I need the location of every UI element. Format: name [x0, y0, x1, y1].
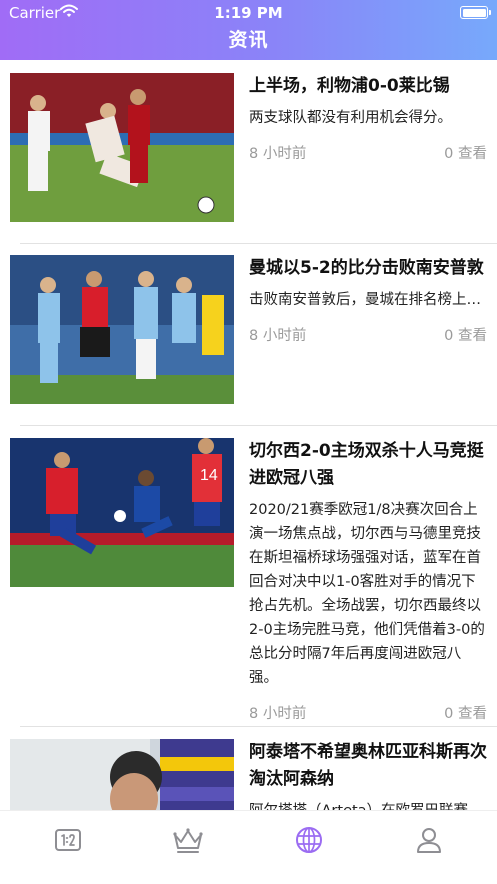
tab-news[interactable] — [294, 825, 324, 855]
navigation-header: Carrier 1:19 PM 资讯 — [0, 0, 497, 60]
news-view-count: 0 查看 — [444, 706, 487, 722]
news-feed[interactable]: 上半场，利物浦0-0莱比锡 两支球队都没有利用机会得分。 8 小时前 0 查看 — [0, 60, 497, 810]
news-info: 上半场，利物浦0-0莱比锡 两支球队都没有利用机会得分。 8 小时前 0 查看 — [249, 73, 487, 164]
crown-icon — [173, 828, 203, 853]
news-meta: 8 小时前 0 查看 — [249, 702, 487, 724]
news-info: 阿泰塔不希望奥林匹亚科斯再次淘汰阿森纳 阿尔塔塔（Arteta）在欧罗巴联赛 — [249, 739, 487, 810]
news-title[interactable]: 上半场，利物浦0-0莱比锡 — [249, 73, 487, 100]
tab-bar — [0, 810, 497, 884]
tab-scores[interactable] — [53, 825, 83, 855]
news-item[interactable]: 上半场，利物浦0-0莱比锡 两支球队都没有利用机会得分。 8 小时前 0 查看 — [0, 73, 497, 243]
clock: 1:19 PM — [214, 4, 283, 22]
news-summary: 2020/21赛季欧冠1/8决赛次回合上演一场焦点战，切尔西与马德里竞技在斯坦福… — [249, 502, 485, 686]
news-info: 切尔西2-0主场双杀十人马竞挺进欧冠八强 2020/21赛季欧冠1/8决赛次回合… — [249, 438, 487, 724]
news-thumbnail[interactable] — [10, 73, 234, 222]
news-title[interactable]: 切尔西2-0主场双杀十人马竞挺进欧冠八强 — [249, 438, 487, 492]
news-item[interactable]: 14 切尔西2-0主场双杀十人马竞挺进欧冠八强 2020/21赛季欧冠1/8决赛… — [0, 438, 497, 722]
news-time-ago: 8 小时前 — [249, 146, 307, 162]
status-bar: Carrier 1:19 PM — [0, 0, 497, 26]
globe-icon — [296, 827, 322, 853]
news-title[interactable]: 曼城以5-2的比分击败南安普敦 — [249, 255, 487, 282]
news-summary: 击败南安普敦后，曼城在排名榜上领先 — [249, 292, 487, 308]
news-view-count: 0 查看 — [444, 146, 487, 162]
list-divider — [20, 726, 497, 727]
news-meta: 8 小时前 0 查看 — [249, 324, 487, 346]
news-title[interactable]: 阿泰塔不希望奥林匹亚科斯再次淘汰阿森纳 — [249, 739, 487, 793]
news-info: 曼城以5-2的比分击败南安普敦 击败南安普敦后，曼城在排名榜上领先 8 小时前 … — [249, 255, 487, 346]
svg-text:14: 14 — [200, 467, 218, 484]
news-view-count: 0 查看 — [444, 328, 487, 344]
news-thumbnail[interactable]: 14 — [10, 438, 234, 587]
profile-icon — [417, 828, 441, 853]
page-title: 资讯 — [228, 29, 269, 51]
news-summary: 两支球队都没有利用机会得分。 — [249, 110, 452, 126]
score-icon — [55, 829, 81, 851]
news-thumbnail[interactable] — [10, 739, 234, 810]
tab-profile[interactable] — [414, 825, 444, 855]
list-divider — [20, 243, 497, 244]
list-divider — [20, 425, 497, 426]
news-item[interactable]: 曼城以5-2的比分击败南安普敦 击败南安普敦后，曼城在排名榜上领先 8 小时前 … — [0, 255, 497, 425]
news-thumbnail[interactable] — [10, 255, 234, 404]
news-summary: 阿尔塔塔（Arteta）在欧罗巴联赛 — [249, 799, 487, 810]
battery-icon — [460, 6, 491, 19]
news-meta: 8 小时前 0 查看 — [249, 142, 487, 164]
tab-ranking[interactable] — [172, 825, 203, 855]
news-item[interactable]: 阿泰塔不希望奥林匹亚科斯再次淘汰阿森纳 阿尔塔塔（Arteta）在欧罗巴联赛 — [0, 739, 497, 810]
news-time-ago: 8 小时前 — [249, 328, 307, 344]
news-time-ago: 8 小时前 — [249, 706, 307, 722]
